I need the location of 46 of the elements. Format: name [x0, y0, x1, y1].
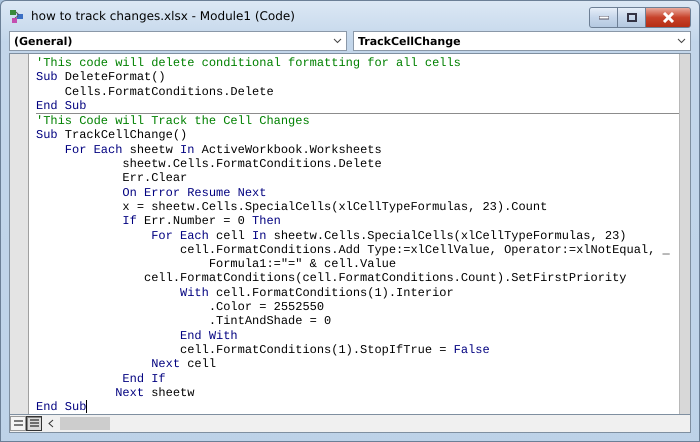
code-line: On Error Resume Next	[121, 186, 268, 200]
code-line: cell.FormatConditions(cell.FormatConditions.Count).SetFirstPriority	[143, 271, 628, 286]
code-line: Cells.FormatConditions.Delete	[64, 84, 275, 99]
object-dropdown[interactable]: (General)	[9, 31, 347, 51]
code-line: sheetw.Cells.FormatConditions.Delete	[121, 157, 383, 172]
code-line: For Each sheetw In ActiveWorkbook.Worksheets	[64, 142, 383, 158]
procedure-dropdown[interactable]: TrackCellChange	[353, 31, 691, 51]
code-line: Next sheetw	[114, 386, 196, 400]
code-line: End Sub	[36, 400, 88, 414]
module-icon	[9, 8, 25, 24]
code-line: x = sheetw.Cells.SpecialCells(xlCellTypeFormulas, 23).Count	[121, 200, 548, 214]
maximize-button[interactable]	[617, 7, 646, 28]
code-line: End With	[179, 328, 239, 343]
scroll-left-icon[interactable]	[48, 419, 54, 428]
code-line: Err.Clear	[121, 171, 188, 186]
minimize-icon	[598, 16, 608, 20]
module-view-icon	[30, 419, 38, 428]
view-button[interactable]	[26, 416, 42, 431]
chevron-down-icon	[333, 38, 342, 44]
code-line: If Err.Number = 0 Then	[121, 214, 282, 229]
code-line: End Sub	[36, 98, 88, 114]
code-line: Sub TrackCellChange()	[36, 128, 188, 143]
code-line: Next cell	[150, 357, 218, 372]
code-line: cell.FormatConditions.Add Type:=xlCellValue, Operator:=xlNotEqual, _	[179, 242, 671, 258]
close-button[interactable]	[645, 7, 691, 28]
chevron-down-icon	[677, 38, 686, 44]
minimize-button[interactable]	[589, 7, 618, 28]
vertical-scrollbar[interactable]	[679, 54, 690, 414]
code-editor[interactable]	[9, 53, 691, 415]
code-line: .Color = 2552550	[208, 300, 326, 314]
code-line: Sub DeleteFormat()	[36, 70, 167, 85]
text-cursor	[86, 400, 88, 414]
code-line: 'This Code will Track the Cell Changes	[36, 114, 311, 128]
code-line: End If	[121, 372, 167, 386]
code-line: cell.FormatConditions(1).StopIfTrue = False	[179, 342, 491, 358]
close-icon	[662, 12, 674, 23]
code-line: 'This code will delete conditional formatting for all cells	[36, 56, 462, 70]
procedure-view-icon	[14, 420, 22, 427]
code-line: For Each cell In sheetw.Cells.SpecialCells(xlCellTypeFormulas, 23)	[150, 228, 628, 243]
maximize-icon	[626, 13, 636, 22]
code-line: Formula1:="=" & cell.Value	[208, 257, 398, 272]
code-line: With cell.FormatConditions(1).Interior	[179, 286, 455, 300]
view-button[interactable]	[10, 416, 26, 431]
code-line: .TintAndShade = 0	[208, 314, 332, 329]
window-title: how to track changes.xlsx - Module1 (Code)	[31, 9, 296, 23]
horizontal-scrollbar-thumb[interactable]	[60, 417, 110, 430]
